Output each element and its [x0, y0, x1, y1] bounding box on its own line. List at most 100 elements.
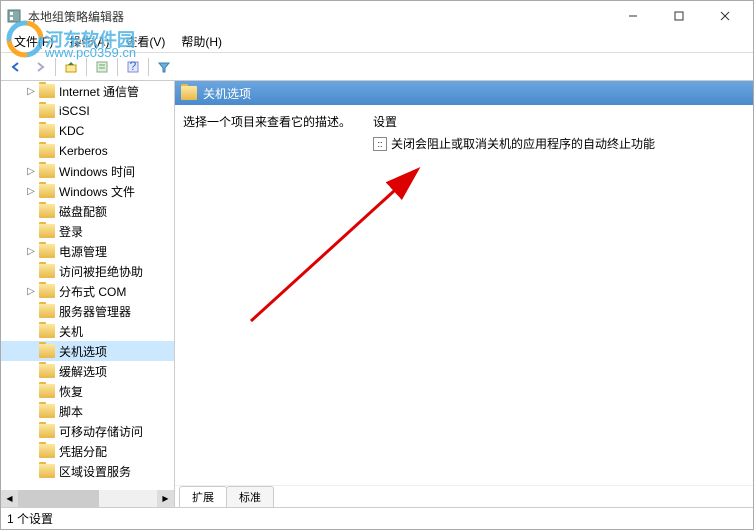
tree-item[interactable]: ▷ 分布式 COM: [1, 281, 174, 301]
minimize-button[interactable]: [610, 1, 656, 31]
folder-icon: [39, 124, 55, 138]
tree-item[interactable]: 访问被拒绝协助: [1, 261, 174, 281]
status-text: 1 个设置: [7, 510, 53, 527]
back-button[interactable]: [5, 56, 27, 78]
tree-item[interactable]: 区域设置服务: [1, 461, 174, 481]
menu-action[interactable]: 操作(A): [61, 31, 117, 52]
menubar: 文件(F) 操作(A) 查看(V) 帮助(H): [1, 31, 753, 53]
tree-item-label: 分布式 COM: [59, 283, 126, 300]
close-button[interactable]: [702, 1, 748, 31]
policy-icon: ::: [373, 137, 387, 151]
forward-button[interactable]: [29, 56, 51, 78]
statusbar: 1 个设置: [1, 507, 753, 529]
tree-item-label: 缓解选项: [59, 363, 107, 380]
up-button[interactable]: [60, 56, 82, 78]
properties-button[interactable]: [91, 56, 113, 78]
folder-icon: [39, 404, 55, 418]
tree-item[interactable]: 凭据分配: [1, 441, 174, 461]
expand-icon[interactable]: ▷: [25, 186, 37, 197]
expand-icon[interactable]: ▷: [25, 86, 37, 97]
titlebar: 本地组策略编辑器: [1, 1, 753, 31]
folder-icon: [39, 424, 55, 438]
tree-item-label: 恢复: [59, 383, 83, 400]
tab-standard[interactable]: 标准: [226, 486, 274, 507]
tree-item[interactable]: 关机选项: [1, 341, 174, 361]
menu-view[interactable]: 查看(V): [117, 31, 173, 52]
folder-icon: [39, 164, 55, 178]
tree-item[interactable]: 可移动存储访问: [1, 421, 174, 441]
tree-item-label: Kerberos: [59, 144, 108, 158]
settings-column: 设置 :: 关闭会阻止或取消关机的应用程序的自动终止功能: [373, 113, 745, 477]
folder-icon: [39, 244, 55, 258]
folder-icon: [39, 284, 55, 298]
settings-header[interactable]: 设置: [373, 113, 745, 130]
folder-icon: [39, 184, 55, 198]
scroll-thumb[interactable]: [18, 490, 99, 507]
folder-icon: [39, 384, 55, 398]
tree-item[interactable]: 缓解选项: [1, 361, 174, 381]
tree-item-label: iSCSI: [59, 104, 90, 118]
expand-icon[interactable]: ▷: [25, 166, 37, 177]
tree-item[interactable]: ▷Windows 时间: [1, 161, 174, 181]
tree-item[interactable]: ▷ 电源管理: [1, 241, 174, 261]
setting-label: 关闭会阻止或取消关机的应用程序的自动终止功能: [391, 135, 655, 152]
expand-icon[interactable]: ▷: [25, 246, 37, 257]
folder-icon: [39, 464, 55, 478]
filter-button[interactable]: [153, 56, 175, 78]
detail-header-title: 关机选项: [203, 85, 251, 102]
maximize-button[interactable]: [656, 1, 702, 31]
refresh-button[interactable]: ?: [122, 56, 144, 78]
tree-item[interactable]: ▷ Windows 文件: [1, 181, 174, 201]
tree-item-label: 关机选项: [59, 343, 107, 360]
folder-icon: [39, 84, 55, 98]
detail-panel: 关机选项 选择一个项目来查看它的描述。 设置 :: 关闭会阻止或取消关机的应用程…: [175, 81, 753, 507]
folder-icon: [39, 104, 55, 118]
tree-item-label: 关机: [59, 323, 83, 340]
detail-header: 关机选项: [175, 81, 753, 105]
tree-item-label: Windows 文件: [59, 183, 135, 200]
menu-help[interactable]: 帮助(H): [173, 31, 230, 52]
tree-content[interactable]: ▷ Internet 通信管 iSCSI KDC Kerberos ▷Windows 时间…: [1, 81, 174, 490]
tree-item-label: KDC: [59, 124, 84, 138]
tree-item-label: 磁盘配额: [59, 203, 107, 220]
folder-icon: [39, 344, 55, 358]
tree-item-label: 脚本: [59, 403, 83, 420]
tree-item-label: 访问被拒绝协助: [59, 263, 143, 280]
tree-item-label: 服务器管理器: [59, 303, 131, 320]
tree-item-label: Internet 通信管: [59, 83, 139, 100]
main-area: ▷ Internet 通信管 iSCSI KDC Kerberos ▷Windows 时间…: [1, 81, 753, 507]
detail-body: 选择一个项目来查看它的描述。 设置 :: 关闭会阻止或取消关机的应用程序的自动终…: [175, 105, 753, 485]
tab-extended[interactable]: 扩展: [179, 486, 227, 507]
tree-item[interactable]: 登录: [1, 221, 174, 241]
folder-icon: [39, 364, 55, 378]
description-column: 选择一个项目来查看它的描述。: [183, 113, 363, 477]
folder-icon: [181, 86, 197, 100]
folder-icon: [39, 304, 55, 318]
tree-item[interactable]: iSCSI: [1, 101, 174, 121]
tree-item[interactable]: Kerberos: [1, 141, 174, 161]
expand-icon[interactable]: ▷: [25, 286, 37, 297]
tree-item[interactable]: 服务器管理器: [1, 301, 174, 321]
scroll-right-arrow[interactable]: ▶: [157, 490, 174, 507]
detail-tabs: 扩展 标准: [175, 485, 753, 507]
tree-item[interactable]: 关机: [1, 321, 174, 341]
tree-item[interactable]: ▷ Internet 通信管: [1, 81, 174, 101]
tree-item-label: 区域设置服务: [59, 463, 131, 480]
menu-file[interactable]: 文件(F): [6, 31, 61, 52]
tree-panel: ▷ Internet 通信管 iSCSI KDC Kerberos ▷Windows 时间…: [1, 81, 175, 507]
tree-hscrollbar[interactable]: ◀ ▶: [1, 490, 174, 507]
app-icon: [6, 8, 22, 24]
setting-row[interactable]: :: 关闭会阻止或取消关机的应用程序的自动终止功能: [373, 134, 745, 153]
toolbar: ?: [1, 53, 753, 81]
window-controls: [610, 1, 748, 31]
folder-icon: [39, 204, 55, 218]
tree-item[interactable]: KDC: [1, 121, 174, 141]
tree-item[interactable]: 磁盘配额: [1, 201, 174, 221]
scroll-left-arrow[interactable]: ◀: [1, 490, 18, 507]
folder-icon: [39, 144, 55, 158]
folder-icon: [39, 324, 55, 338]
description-text: 选择一个项目来查看它的描述。: [183, 115, 351, 129]
tree-item[interactable]: 脚本: [1, 401, 174, 421]
tree-item-label: 电源管理: [59, 243, 107, 260]
tree-item[interactable]: 恢复: [1, 381, 174, 401]
